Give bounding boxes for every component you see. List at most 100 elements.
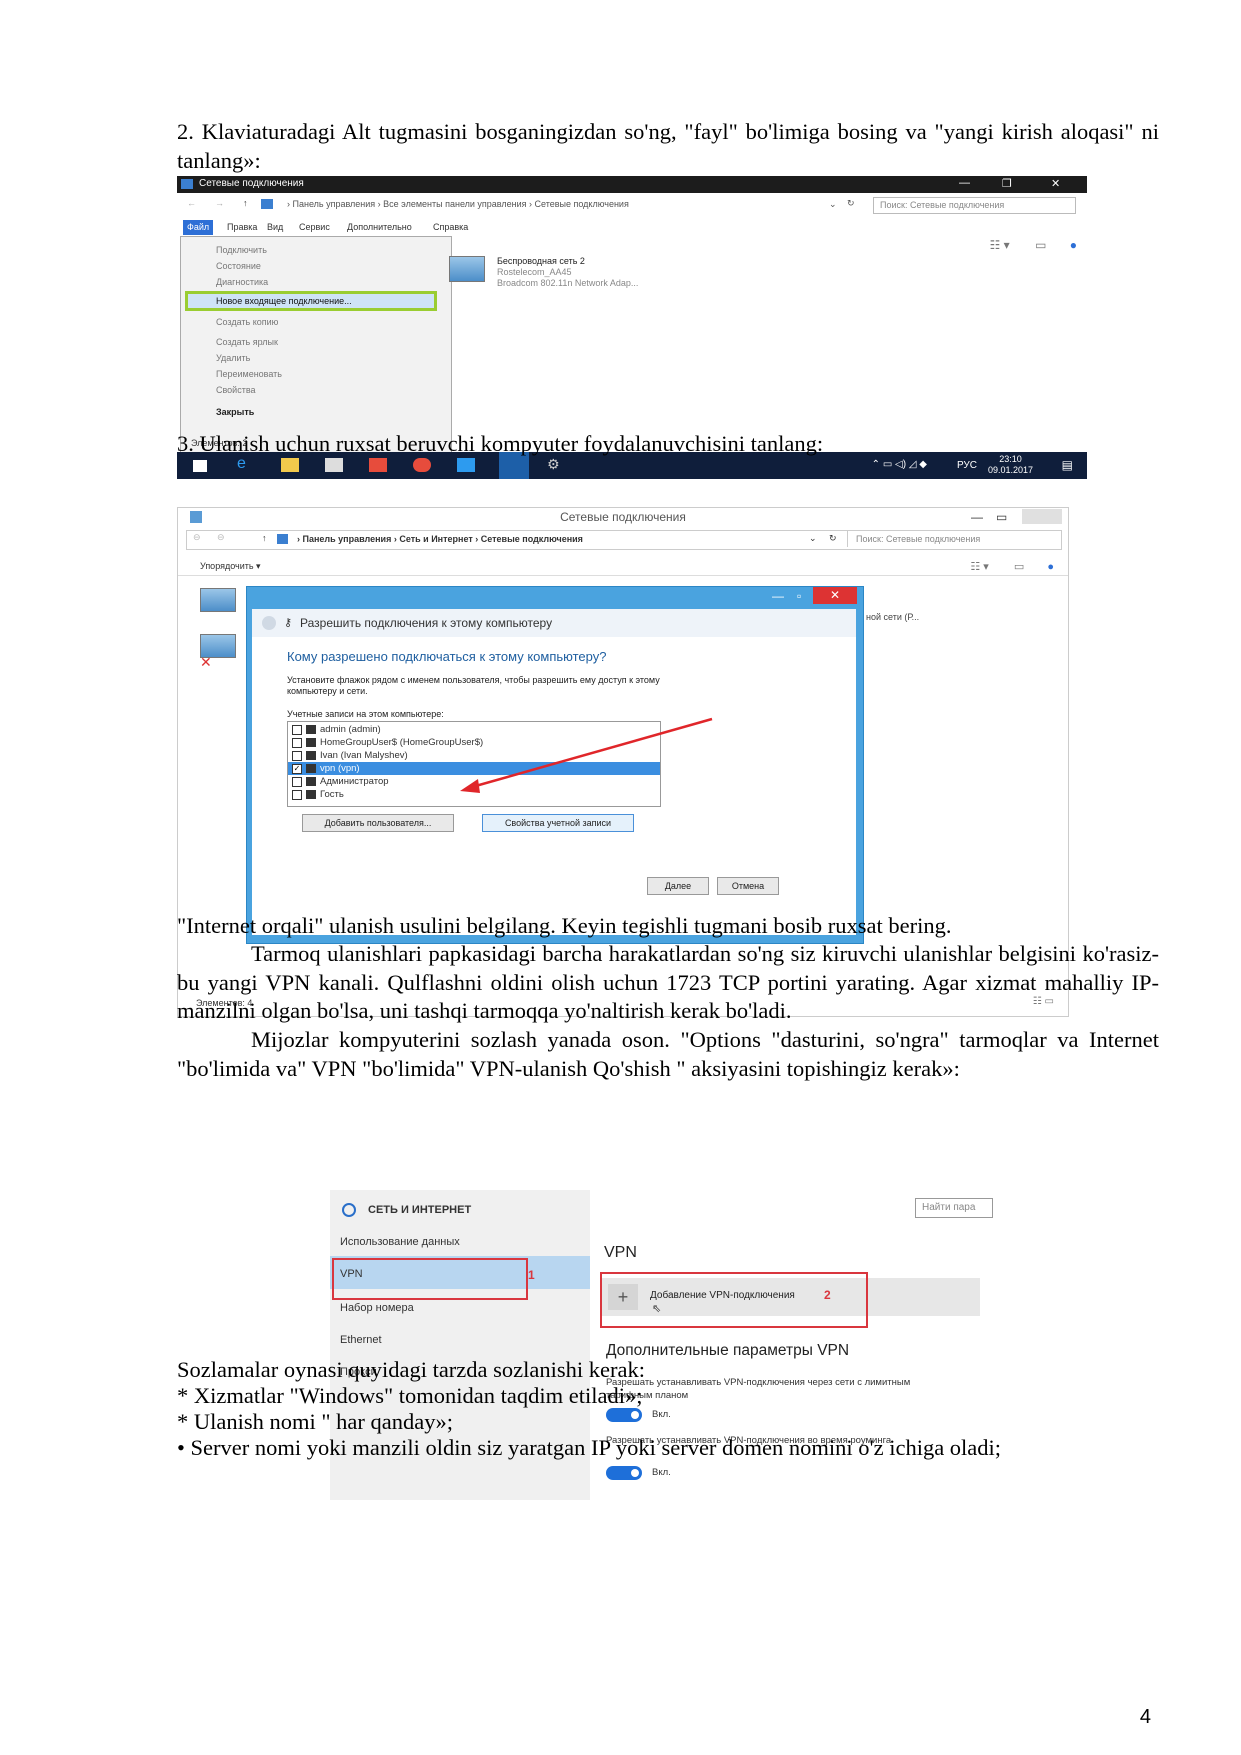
minimize-icon[interactable]: — [959, 177, 970, 189]
store-icon[interactable] [325, 458, 343, 472]
menu-bar: Файл Правка Вид Сервис Дополнительно Спр… [177, 219, 1087, 236]
account-checkbox[interactable] [292, 725, 302, 735]
settings-header: СЕТЬ И ИНТЕРНЕТ [342, 1203, 471, 1217]
add-user-button[interactable]: Добавить пользователя... [302, 814, 454, 832]
address-bar[interactable]: ← → ↑ › Панель управления › Все элементы… [177, 196, 1087, 216]
connection-adapter: Broadcom 802.11n Network Adap... [497, 278, 639, 288]
user-icon [306, 751, 316, 760]
refresh-icon[interactable]: ↻ [829, 533, 837, 544]
preview-pane-icon[interactable]: ▭ [1035, 238, 1046, 252]
close-icon[interactable]: ✕ [813, 587, 857, 604]
menu-item-rename[interactable]: Переименовать [216, 369, 282, 379]
menu-help[interactable]: Справка [433, 222, 468, 232]
settings-search-input[interactable]: Найти пара [915, 1198, 993, 1218]
start-icon[interactable] [193, 460, 207, 472]
menu-item-copy[interactable]: Создать копию [216, 317, 278, 327]
account-checkbox[interactable] [292, 777, 302, 787]
chevron-down-icon[interactable]: ⌄ [809, 533, 817, 544]
sidebar-item-data-usage[interactable]: Использование данных [340, 1236, 460, 1248]
menu-advanced[interactable]: Дополнительно [347, 222, 412, 232]
help-icon[interactable]: ● [1070, 238, 1077, 252]
menu-file[interactable]: Файл [183, 220, 214, 235]
accounts-label: Учетные записи на этом компьютере: [287, 709, 444, 719]
gear-icon [342, 1203, 356, 1217]
forward-icon[interactable]: ⊖ [217, 532, 225, 543]
next-button[interactable]: Далее [647, 877, 709, 895]
list-item: * Ulanish nomi " har qanday»; [177, 1409, 454, 1434]
back-icon[interactable]: ⊖ [193, 532, 201, 543]
cancel-button[interactable]: Отмена [717, 877, 779, 895]
menu-item-new-incoming-connection[interactable]: Новое входящее подключение... [185, 291, 437, 311]
menu-edit[interactable]: Правка [227, 222, 257, 232]
clock-date: 09.01.2017 [987, 465, 1033, 475]
back-icon[interactable] [262, 616, 276, 630]
menu-item-diagnostics[interactable]: Диагностика [216, 277, 268, 287]
account-checkbox[interactable] [292, 790, 302, 800]
view-options-icon[interactable]: ☷ ▾ [970, 561, 988, 573]
list-intro: Sozlamalar oynasi quyidagi tarzda sozlan… [177, 1357, 645, 1382]
toolbar-divider [178, 575, 1068, 576]
user-icon [306, 777, 316, 786]
maximize-icon[interactable]: ▫ [797, 589, 801, 603]
wireless-adapter-icon [449, 256, 485, 282]
preview-pane-icon[interactable]: ▭ [1014, 561, 1024, 573]
network-folder-icon [181, 179, 193, 189]
close-icon[interactable] [1022, 509, 1062, 524]
window-titlebar: Сетевые подключения — ❐ ✕ [177, 176, 1087, 193]
mijoz-paragraph: Mijozlar kompyuterini sozlash yanada oso… [177, 1027, 1159, 1081]
account-checkbox[interactable] [292, 751, 302, 761]
chevron-down-icon[interactable]: ⌄ [829, 199, 837, 210]
search-input[interactable]: Поиск: Сетевые подключения [847, 531, 1056, 547]
minimize-icon[interactable]: — [772, 589, 784, 603]
forward-icon[interactable]: → [215, 198, 224, 208]
menu-tools[interactable]: Сервис [299, 222, 330, 232]
dialog-description: Установите флажок рядом с именем пользов… [287, 675, 660, 696]
menu-item-close[interactable]: Закрыть [216, 407, 254, 417]
breadcrumb[interactable]: › Панель управления › Сеть и Интернет › … [297, 534, 583, 544]
back-icon[interactable]: ← [187, 198, 196, 208]
organize-menu[interactable]: Упорядочить ▾ [200, 561, 261, 572]
step3-text: 3. Ulanish uchun ruxsat beruvchi kompyut… [177, 431, 824, 456]
menu-item-create-shortcut[interactable]: Создать ярлык [216, 337, 278, 347]
close-icon[interactable]: ✕ [1051, 177, 1060, 190]
up-arrow-icon[interactable]: ↑ [262, 533, 267, 543]
explorer-icon[interactable] [281, 458, 299, 472]
browser-icon[interactable] [413, 458, 431, 472]
breadcrumb[interactable]: › Панель управления › Все элементы панел… [287, 199, 629, 209]
annotation-number-2: 2 [824, 1288, 831, 1302]
menu-item-delete[interactable]: Удалить [216, 353, 250, 363]
user-icon [306, 725, 316, 734]
account-properties-button[interactable]: Свойства учетной записи [482, 814, 634, 832]
menu-item-properties[interactable]: Свойства [216, 385, 256, 395]
menu-view[interactable]: Вид [267, 222, 283, 232]
sidebar-item-ethernet[interactable]: Ethernet [340, 1334, 382, 1346]
maximize-icon[interactable]: ▭ [996, 508, 1007, 526]
view-options-icon[interactable]: ☷ ▾ [990, 238, 1010, 252]
account-name: Администратор [320, 776, 389, 787]
dialog-header: ⚷ Разрешить подключения к этому компьюте… [252, 609, 856, 637]
maximize-icon[interactable]: ❐ [1002, 177, 1012, 190]
user-icon [306, 738, 316, 747]
refresh-icon[interactable]: ↻ [847, 198, 855, 209]
sidebar-item-dialup[interactable]: Набор номера [340, 1302, 414, 1314]
up-arrow-icon[interactable]: ↑ [243, 198, 248, 208]
menu-item-connect[interactable]: Подключить [216, 245, 267, 255]
address-bar[interactable]: ⊖ ⊖ ↑ › Панель управления › Сеть и Интер… [186, 530, 1062, 550]
account-checkbox[interactable] [292, 738, 302, 748]
roaming-toggle-label: Вкл. [652, 1467, 671, 1478]
help-icon[interactable]: ● [1047, 561, 1054, 573]
language-indicator[interactable]: РУС [957, 460, 977, 471]
minimize-icon[interactable]: — [971, 508, 983, 526]
app2-icon[interactable] [457, 458, 475, 472]
tray-icons[interactable]: ⌃ ▭ ◁) ◿ ◆ [872, 459, 927, 470]
dialog-question: Кому разрешено подключаться к этому комп… [287, 649, 607, 664]
roaming-toggle[interactable] [606, 1466, 642, 1480]
network-adapter-icon[interactable] [200, 588, 236, 612]
app-icon[interactable] [369, 458, 387, 472]
account-checkbox-checked[interactable]: ✓ [292, 764, 302, 774]
notification-icon[interactable]: ▤ [1062, 458, 1073, 472]
user-icon [306, 790, 316, 799]
window-title: Сетевые подключения [199, 178, 304, 189]
menu-item-status[interactable]: Состояние [216, 261, 261, 271]
search-input[interactable]: Поиск: Сетевые подключения [873, 197, 1076, 214]
